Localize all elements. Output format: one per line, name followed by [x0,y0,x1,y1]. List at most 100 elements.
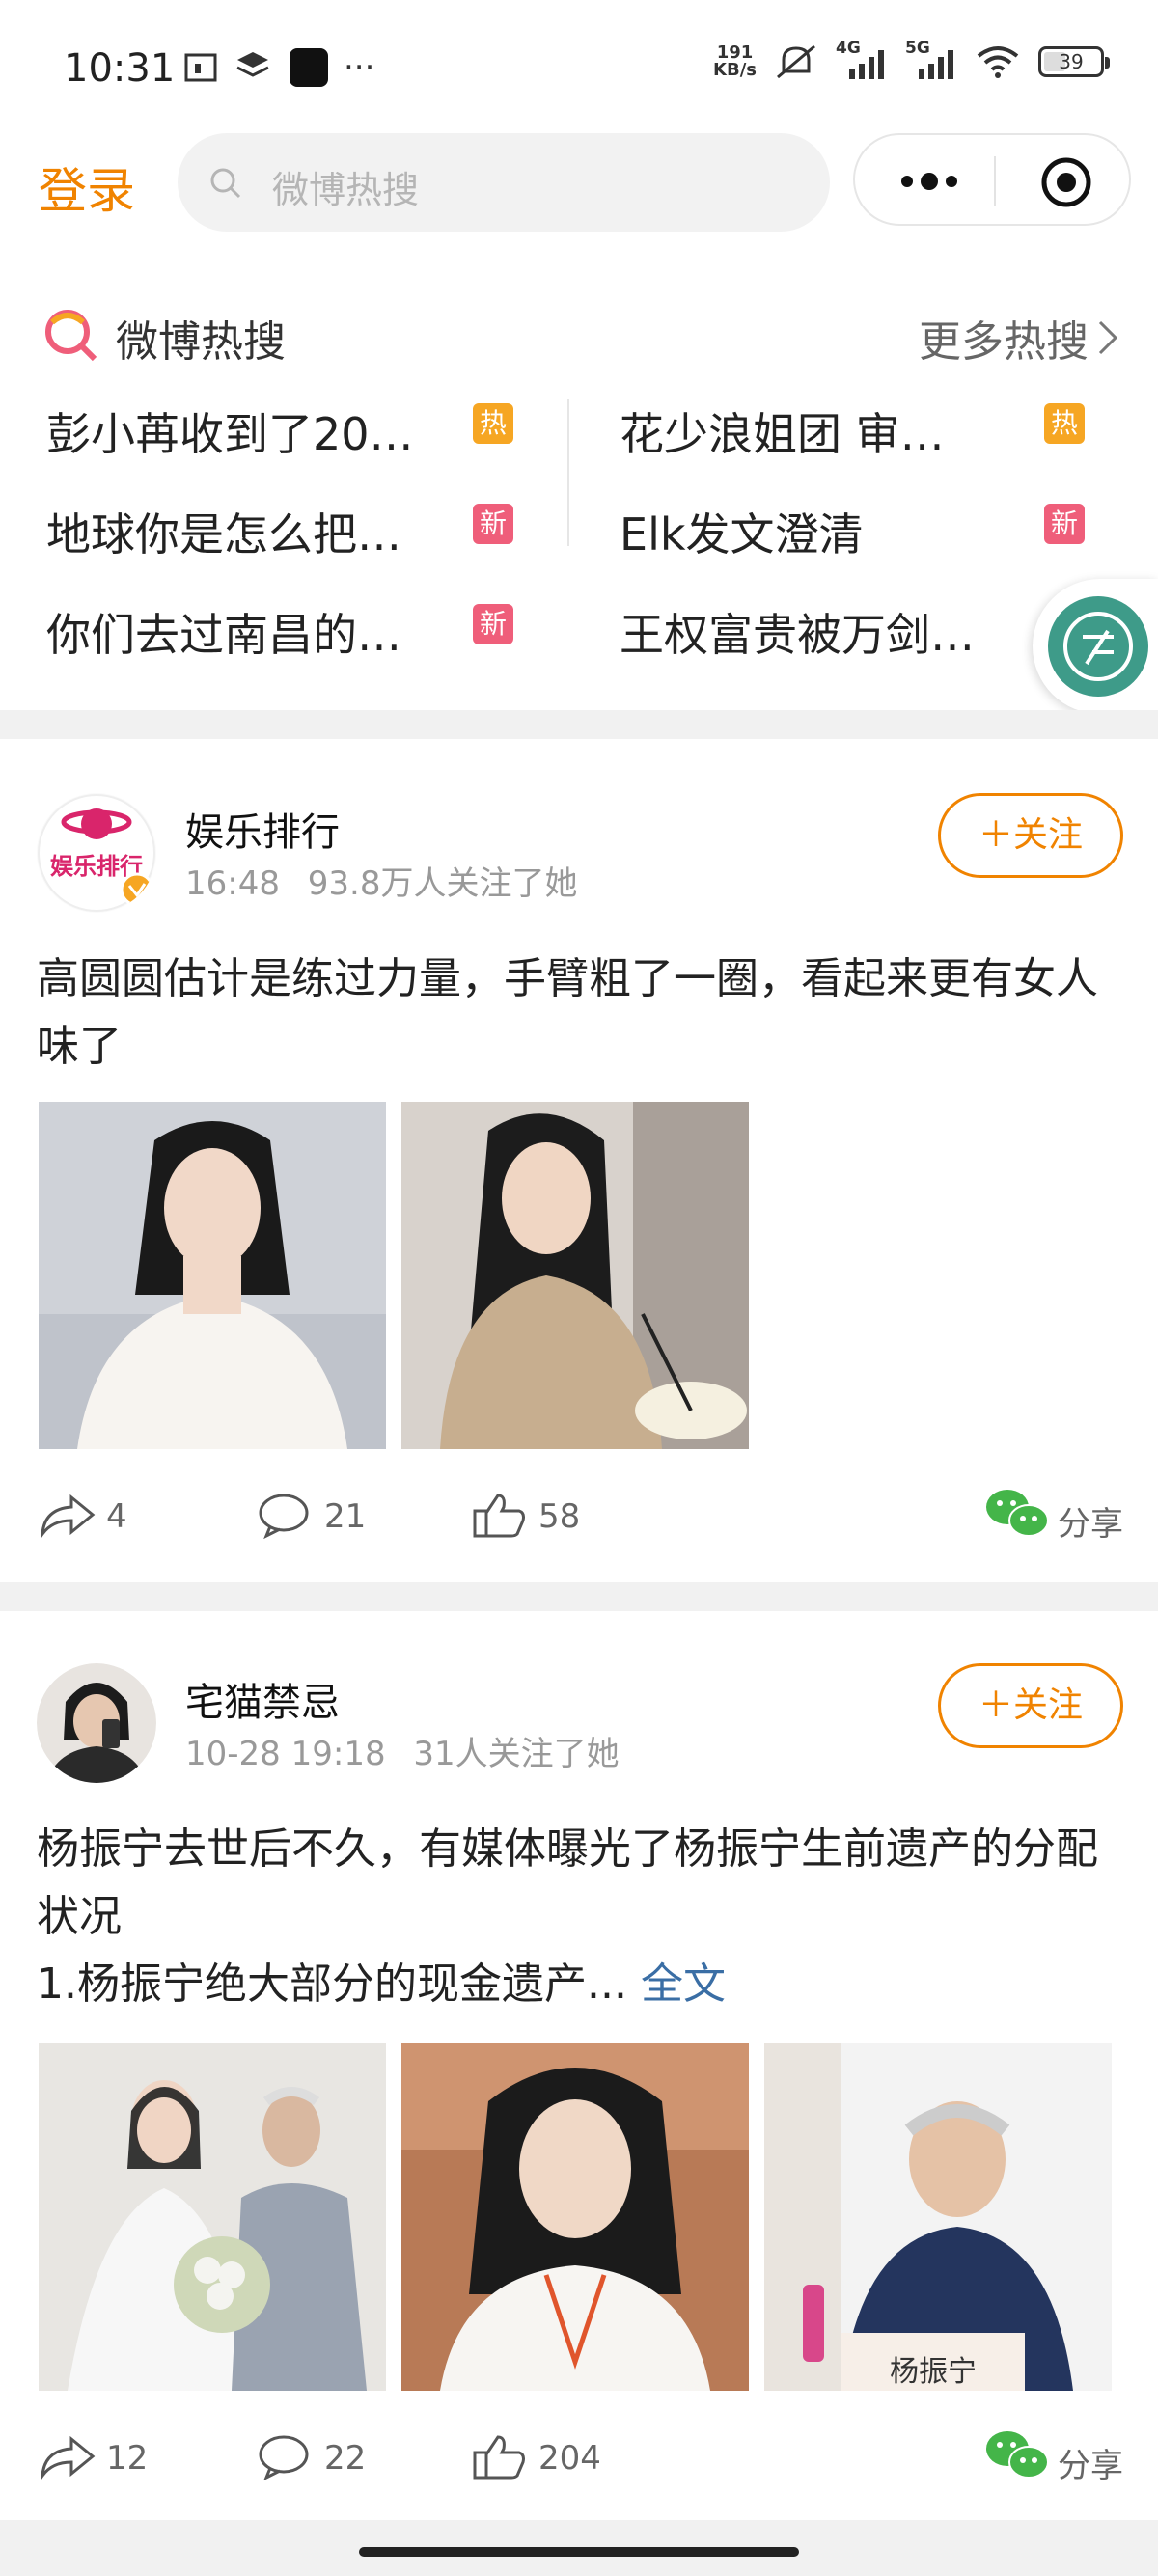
post-text: 高圆圆估计是练过力量，手臂粗了一圈，看起来更有女人味了 [37,954,1098,1071]
hot-search-item-text: 你们去过南昌的… [46,609,401,661]
translate-icon [1048,596,1148,697]
hot-search-item[interactable]: 王权富贵被万剑… [620,590,1025,668]
battery-level: 39 [1059,50,1084,73]
new-badge: 新 [1044,504,1085,544]
wechat-icon [986,2431,1049,2479]
search-icon [210,168,241,199]
wechat-icon [986,1490,1049,1537]
mute-bell-icon [777,44,815,79]
like-icon [473,2435,525,2480]
follow-button[interactable]: ＋关注 [938,1663,1123,1748]
hot-search-item[interactable]: 彭小苒收到了20… 热 [46,390,529,467]
new-badge: 新 [473,604,513,644]
post-time: 16:48 [185,864,280,903]
weibo-post: 娱乐排行 娱乐排行 16:48 93.8万人关注了她 ＋关注 高圆圆估计是练过力… [0,793,1158,1565]
hot-badge: 热 [473,403,513,444]
signal-4g: 4G [836,39,888,81]
hot-search-item-text: 彭小苒收到了20… [46,408,414,460]
author-name[interactable]: 娱乐排行 [185,801,340,857]
post-image[interactable] [401,1102,749,1449]
weibo-post: 宅猫禁忌 10-28 19:18 31人关注了她 ＋关注 杨振宁去世后不久，有媒… [0,1663,1158,2512]
status-bar: 10:31 ··· 191 KB/s 4G 5G 39 [0,0,1158,135]
comment-count: 21 [324,1497,367,1536]
share-button[interactable]: 分享 [984,1486,1123,1544]
repost-button[interactable]: 12 [39,2427,174,2485]
section-gap [0,710,1158,739]
hot-search-item-text: Elk发文澄清 [620,508,864,561]
mini-program-capsule [853,133,1131,226]
hot-badge: 热 [1044,403,1085,444]
avatar[interactable]: 娱乐排行 [37,793,156,913]
follower-count: 93.8万人关注了她 [307,864,578,903]
repost-count: 12 [106,2439,149,2478]
like-count: 204 [538,2439,601,2478]
signal-5g-label: 5G [905,39,930,58]
post-actions: 12 22 204 分享 [0,2427,1158,2485]
post-meta: 16:48 93.8万人关注了她 [185,857,578,904]
hot-search-item[interactable]: 你们去过南昌的… 新 [46,590,529,668]
like-button[interactable]: 204 [471,2427,616,2485]
comment-icon [259,1494,309,1540]
image-caption: 杨振宁 [890,2355,977,2389]
search-bar[interactable]: 微博热搜 [178,133,830,232]
signal-5g: 5G [905,39,957,81]
hot-search-item-text: 花少浪姐团 审… [620,408,945,460]
post-image[interactable]: 杨振宁 [764,2043,1112,2391]
hot-search-item[interactable]: Elk发文澄清 新 [620,490,1102,567]
comment-button[interactable]: 21 [257,1486,382,1544]
net-speed: 191 KB/s [713,44,757,79]
status-time: 10:31 [64,46,176,91]
new-badge: 新 [473,504,513,544]
avatar[interactable] [37,1663,156,1783]
comment-button[interactable]: 22 [257,2427,382,2485]
repost-button[interactable]: 4 [39,1486,154,1544]
post-meta: 10-28 19:18 31人关注了她 [185,1727,620,1774]
more-hot-search-link[interactable]: 更多热搜 [919,307,1089,369]
hot-search-title: 微博热搜 [116,317,286,367]
signal-4g-label: 4G [836,39,861,58]
chevron-right-icon[interactable] [1096,318,1119,357]
comment-icon [259,2435,309,2481]
author-name[interactable]: 宅猫禁忌 [185,1671,340,1727]
login-button[interactable]: 登录 [39,152,135,222]
post-text: 杨振宁去世后不久，有媒体曝光了杨振宁生前遗产的分配状况 1.杨振宁绝大部分的现金… [37,1824,1098,2009]
hot-search-item[interactable]: 花少浪姐团 审… 热 [620,390,1102,467]
follower-count: 31人关注了她 [413,1735,620,1773]
home-indicator[interactable] [359,2547,799,2557]
post-content[interactable]: 高圆圆估计是练过力量，手臂粗了一圈，看起来更有女人味了 [37,945,1127,1081]
more-notifications-icon: ··· [344,48,375,87]
comment-count: 22 [324,2439,367,2478]
like-button[interactable]: 58 [471,1486,596,1544]
search-placeholder: 微博热搜 [272,169,420,211]
hot-search-item[interactable]: 地球你是怎么把… 新 [46,490,529,567]
post-content[interactable]: 杨振宁去世后不久，有媒体曝光了杨振宁生前遗产的分配状况 1.杨振宁绝大部分的现金… [37,1816,1127,2018]
battery-indicator: 39 [1038,46,1110,77]
post-image[interactable] [401,2043,749,2391]
repost-icon [41,2435,96,2481]
more-options-icon[interactable] [896,164,963,199]
share-label: 分享 [1058,2447,1123,2485]
layers-icon [236,52,269,77]
share-label: 分享 [1058,1505,1123,1544]
repost-count: 4 [106,1497,127,1536]
post-image[interactable] [39,2043,386,2391]
floating-action-button[interactable] [1033,579,1158,714]
section-gap [0,1582,1158,1611]
post-image[interactable] [39,1102,386,1449]
calendar-icon [184,53,217,82]
wifi-icon [977,46,1019,78]
repost-icon [41,1494,96,1540]
share-button[interactable]: 分享 [984,2427,1123,2485]
hot-search-header: 微博热搜 更多热搜 [0,301,1158,369]
status-right: 191 KB/s 4G 5G 39 [713,39,1110,81]
like-icon [473,1494,525,1538]
close-miniprogram-icon[interactable] [1040,156,1092,208]
post-actions: 4 21 58 分享 [0,1486,1158,1544]
weibo-hot-search-icon [45,310,97,362]
read-full-link[interactable]: 全文 [627,1959,726,2009]
hot-search-item-text: 王权富贵被万剑… [620,609,975,661]
post-time: 10-28 19:18 [185,1735,386,1773]
like-count: 58 [538,1497,581,1536]
net-speed-unit: KB/s [713,60,757,80]
follow-button[interactable]: ＋关注 [938,793,1123,878]
